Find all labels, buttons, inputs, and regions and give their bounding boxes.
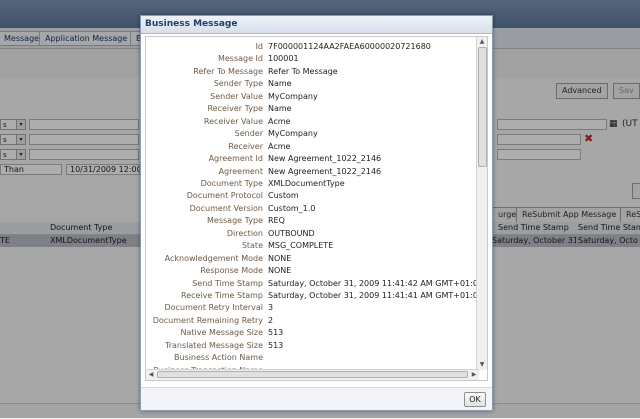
dialog-footer: OK — [141, 387, 492, 410]
field-value: Acme — [268, 116, 291, 126]
field-value: Acme — [268, 141, 291, 151]
field-value: New Agreement_1022_2146 — [268, 154, 382, 164]
field-value: 513 — [268, 328, 284, 338]
field-row: Agreement New Agreement_1022_2146 — [146, 167, 477, 179]
field-label: Agreement Id — [208, 154, 263, 164]
field-label: State — [241, 241, 263, 251]
field-row: Refer To Message Refer To Message — [146, 67, 477, 79]
field-label: Business Action Name — [173, 353, 263, 363]
field-label: Receiver Type — [207, 104, 263, 114]
field-label: Receiver — [228, 141, 263, 151]
field-value: REQ — [268, 216, 285, 226]
field-label: Direction — [226, 228, 263, 238]
field-row: Translated Message Size 513 — [146, 341, 477, 353]
field-row: Business Action Name — [146, 353, 477, 365]
field-label: Native Message Size — [180, 328, 263, 338]
field-label: Document Remaining Retry — [152, 315, 263, 325]
field-row: Acknowledgement Mode NONE — [146, 254, 477, 266]
scroll-left-icon[interactable]: ◀ — [147, 371, 155, 379]
field-label: Send Time Stamp — [192, 278, 263, 288]
field-label: Response Mode — [200, 266, 263, 276]
field-row: Receive Time Stamp Saturday, October 31, … — [146, 291, 483, 303]
dialog-content-panel[interactable]: Id 7F000001124AA2FAEA60000020721680 Messag… — [145, 36, 488, 381]
field-label: Translated Message Size — [165, 340, 263, 350]
field-value: 7F000001124AA2FAEA60000020721680 — [268, 42, 431, 51]
field-row: State MSG_COMPLETE — [146, 241, 477, 253]
field-value: 513 — [268, 340, 284, 350]
field-value: 3 — [268, 303, 274, 313]
field-value: Custom_1.0 — [268, 203, 316, 213]
field-label: Sender — [234, 129, 263, 139]
field-value: 2 — [268, 315, 274, 325]
field-value: OUTBOUND — [268, 228, 315, 238]
field-value: MyCompany — [268, 129, 318, 139]
field-row: Sender Value MyCompany — [146, 92, 477, 104]
scroll-right-icon[interactable]: ▶ — [470, 371, 478, 379]
field-value: MSG_COMPLETE — [268, 241, 334, 251]
field-row: Response Mode NONE — [146, 266, 477, 278]
field-row: Direction OUTBOUND — [146, 229, 477, 241]
field-row: Sender MyCompany — [146, 129, 477, 141]
field-row: Message Id 100001 — [146, 54, 477, 66]
field-label: Document Version — [189, 203, 263, 213]
field-row: Agreement Id New Agreement_1022_2146 — [146, 154, 477, 166]
field-row: Receiver Acme — [146, 142, 477, 154]
field-row: Receiver Value Acme — [146, 117, 477, 129]
field-value: 100001 — [268, 54, 299, 64]
field-row: Document Protocol Custom — [146, 191, 477, 203]
scroll-up-icon[interactable]: ▲ — [478, 38, 486, 46]
field-value: Custom — [268, 191, 299, 201]
field-value: New Agreement_1022_2146 — [268, 166, 382, 176]
field-label: Document Retry Interval — [164, 303, 263, 313]
field-row: Id 7F000001124AA2FAEA60000020721680 — [146, 42, 477, 54]
field-row: Document Type XMLDocumentType — [146, 179, 477, 191]
field-label: Agreement — [218, 166, 263, 176]
field-label: Receive Time Stamp — [181, 291, 263, 300]
horizontal-scrollbar[interactable]: ◀ ▶ — [146, 369, 479, 380]
field-row: Document Remaining Retry 2 — [146, 316, 477, 328]
field-row: Sender Type Name — [146, 79, 477, 91]
field-value: Name — [268, 79, 292, 89]
field-row: Document Retry Interval 3 — [146, 303, 477, 315]
scroll-thumb-horizontal[interactable] — [157, 371, 468, 378]
field-value: Refer To Message — [268, 66, 338, 76]
field-row: Receiver Type Name — [146, 104, 477, 116]
field-value: Saturday, October 31, 2009 11:41:42 AM G… — [268, 278, 483, 288]
dialog-title: Business Message — [141, 16, 492, 34]
field-label: Receiver Value — [203, 116, 263, 126]
field-value: Name — [268, 104, 292, 114]
field-value: XMLDocumentType — [268, 178, 345, 188]
field-value: NONE — [268, 266, 292, 276]
field-label: Document Protocol — [186, 191, 263, 201]
field-label: Refer To Message — [193, 66, 263, 76]
scroll-down-icon[interactable]: ▼ — [478, 361, 486, 369]
field-label: Message Type — [207, 216, 263, 226]
ok-button[interactable]: OK — [464, 392, 486, 407]
field-label: Sender Type — [213, 79, 263, 89]
field-value: MyCompany — [268, 91, 318, 101]
field-row: Document Version Custom_1.0 — [146, 204, 477, 216]
field-label: Id — [255, 42, 263, 51]
field-label: Acknowledgement Mode — [164, 253, 263, 263]
field-row: Message Type REQ — [146, 216, 477, 228]
scroll-thumb[interactable] — [478, 47, 487, 167]
field-row: Send Time Stamp Saturday, October 31, 200… — [146, 278, 483, 291]
vertical-scrollbar[interactable]: ▲ ▼ — [476, 37, 487, 370]
field-label: Document Type — [200, 178, 263, 188]
field-value: NONE — [268, 253, 292, 263]
business-message-dialog: Business Message Id 7F000001124AA2FAEA600… — [140, 15, 493, 411]
field-value: Saturday, October 31, 2009 11:41:41 AM G… — [268, 291, 483, 300]
field-label: Sender Value — [210, 91, 263, 101]
field-label: Message Id — [217, 54, 263, 64]
field-row: Native Message Size 513 — [146, 328, 477, 340]
